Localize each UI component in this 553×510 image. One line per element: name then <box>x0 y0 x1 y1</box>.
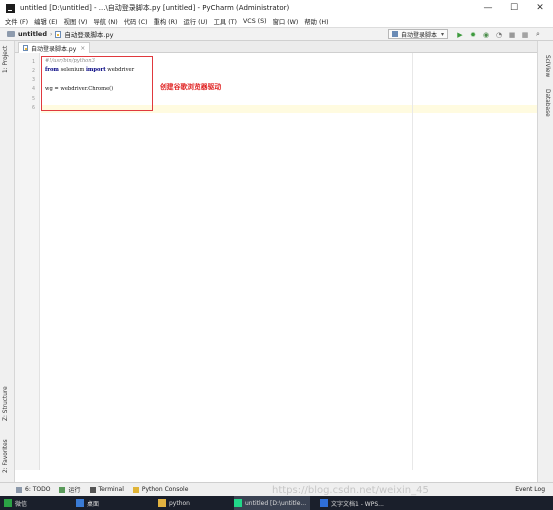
taskbar-desktop[interactable]: 桌面 <box>76 496 99 510</box>
stop-icon[interactable]: ■ <box>506 30 518 40</box>
folder-icon <box>158 499 166 507</box>
maximize-button[interactable]: ☐ <box>501 0 527 16</box>
annotation-box <box>41 56 153 111</box>
editor-tab-label: 自动登录脚本.py <box>31 45 77 53</box>
todo-tool-tab[interactable]: 6: TODO <box>16 486 50 493</box>
menu-bar: 文件 (F) 编辑 (E) 视图 (V) 导航 (N) 代码 (C) 重构 (R… <box>0 16 553 28</box>
terminal-tool-tab[interactable]: Terminal <box>89 486 124 493</box>
line-number: 4 <box>31 86 35 92</box>
menu-navigate[interactable]: 导航 (N) <box>93 17 117 26</box>
toolbar-actions: ▶ ✹ ◉ ◔ ■ ▦ ⌕ <box>454 29 545 40</box>
annotation-text: 创建谷歌浏览器驱动 <box>160 83 222 91</box>
taskbar-pycharm[interactable]: untitled [D:\untitle... <box>234 496 311 510</box>
line-number: 5 <box>31 96 35 102</box>
python-file-icon <box>55 30 62 38</box>
breadcrumb-separator: › <box>50 30 53 38</box>
menu-file[interactable]: 文件 (F) <box>5 17 28 26</box>
taskbar-wechat[interactable]: 微信 <box>4 496 27 510</box>
debug-icon[interactable]: ✹ <box>467 30 479 40</box>
menu-vcs[interactable]: VCS (S) <box>243 18 267 25</box>
project-structure-icon[interactable]: ▦ <box>519 30 531 40</box>
taskbar-wps[interactable]: 文字文档1 - WPS... <box>320 496 384 510</box>
breadcrumb-file[interactable]: 自动登录脚本.py <box>64 29 113 39</box>
profile-icon[interactable]: ◔ <box>493 30 505 40</box>
menu-view[interactable]: 视图 (V) <box>64 17 88 26</box>
python-console-tool-tab[interactable]: Python Console <box>132 486 189 493</box>
menu-run[interactable]: 运行 (U) <box>184 17 208 26</box>
menu-window[interactable]: 窗口 (W) <box>273 17 299 26</box>
wechat-icon <box>4 499 12 507</box>
window-title: untitled [D:\untitled] - ...\自动登录脚本.py [… <box>20 4 290 12</box>
taskbar-python-folder[interactable]: python <box>158 496 190 510</box>
structure-tool-tab[interactable]: Z: Structure <box>3 386 9 421</box>
database-tool-tab[interactable]: Database <box>544 89 550 117</box>
wps-icon <box>320 499 328 507</box>
navigation-bar: untitled › 自动登录脚本.py 自动登录脚本 ▾ ▶ ✹ ◉ ◔ ■ … <box>0 28 553 41</box>
run-icon[interactable]: ▶ <box>454 30 466 40</box>
menu-edit[interactable]: 编辑 (E) <box>34 17 58 26</box>
pycharm-icon <box>234 499 242 507</box>
line-number: 2 <box>31 68 35 74</box>
title-bar: untitled [D:\untitled] - ...\自动登录脚本.py [… <box>0 0 553 16</box>
desktop-icon <box>76 499 84 507</box>
line-number-gutter: 1 2 3 4 5 6 <box>15 53 40 470</box>
editor-tab-bar: 自动登录脚本.py × <box>15 41 537 53</box>
line-number: 6 <box>31 105 35 111</box>
terminal-icon <box>89 486 96 493</box>
close-icon[interactable]: × <box>80 45 85 52</box>
taskbar-label: 桌面 <box>87 500 100 508</box>
code-editor[interactable]: #!/usr/bin/python3 from selenium import … <box>41 53 537 470</box>
event-log-tool-tab[interactable]: Event Log <box>515 486 545 493</box>
menu-tools[interactable]: 工具 (T) <box>214 17 237 26</box>
run-config-label: 自动登录脚本 <box>401 31 438 39</box>
run-config-dropdown[interactable]: 自动登录脚本 ▾ <box>388 29 448 39</box>
menu-code[interactable]: 代码 (C) <box>124 17 148 26</box>
run-icon <box>59 486 66 493</box>
taskbar-label: untitled [D:\untitle... <box>245 499 307 507</box>
close-button[interactable]: ✕ <box>527 0 553 16</box>
folder-icon <box>7 31 15 37</box>
left-tool-strip: 1: Project Z: Structure 2: Favorites <box>0 41 15 482</box>
minimize-button[interactable]: — <box>475 0 501 16</box>
python-console-label: Python Console <box>141 486 189 493</box>
python-config-icon <box>392 31 398 37</box>
line-number: 3 <box>31 77 35 83</box>
python-console-icon <box>132 486 139 493</box>
breadcrumb-project[interactable]: untitled <box>18 30 47 38</box>
terminal-label: Terminal <box>98 486 124 493</box>
right-margin-guide <box>412 53 413 470</box>
todo-label: 6: TODO <box>25 486 51 493</box>
coverage-icon[interactable]: ◉ <box>480 30 492 40</box>
os-taskbar: 微信 桌面 python untitled [D:\untitle... 文字文… <box>0 496 553 510</box>
chevron-down-icon: ▾ <box>440 31 444 38</box>
favorites-tool-tab[interactable]: 2: Favorites <box>3 439 9 473</box>
window-controls: — ☐ ✕ <box>475 0 553 16</box>
menu-help[interactable]: 帮助 (H) <box>304 17 328 26</box>
project-tool-tab[interactable]: 1: Project <box>3 46 9 73</box>
run-label: 运行 <box>68 487 81 494</box>
right-tool-strip: SciView Database <box>537 41 553 482</box>
sciview-tool-tab[interactable]: SciView <box>544 55 550 77</box>
watermark-text: https://blog.csdn.net/weixin_45 <box>272 485 429 496</box>
taskbar-label: python <box>169 499 190 507</box>
todo-icon <box>16 486 22 493</box>
menu-refactor[interactable]: 重构 (R) <box>154 17 178 26</box>
python-file-icon <box>23 45 28 51</box>
taskbar-label: 微信 <box>15 500 28 508</box>
editor-tab[interactable]: 自动登录脚本.py × <box>18 42 91 53</box>
taskbar-label: 文字文档1 - WPS... <box>331 500 384 508</box>
search-icon[interactable]: ⌕ <box>532 30 544 40</box>
pycharm-logo-icon <box>6 3 15 13</box>
run-tool-tab[interactable]: 运行 <box>59 485 81 494</box>
line-number: 1 <box>31 59 35 65</box>
